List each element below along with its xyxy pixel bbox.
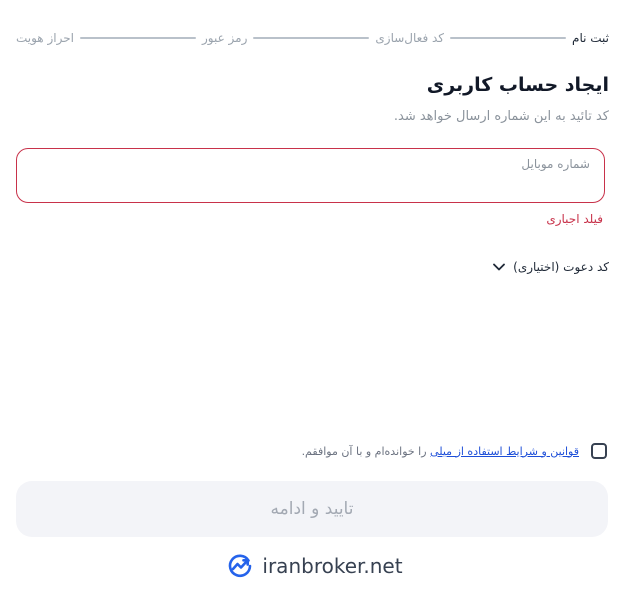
- step-connector: [253, 37, 370, 39]
- confirm-continue-button[interactable]: تایید و ادامه: [16, 481, 608, 537]
- chevron-down-icon: [493, 263, 506, 271]
- iranbroker-logo-icon: [226, 552, 254, 580]
- brand-name: iranbroker.net: [262, 554, 403, 578]
- brand-footer: iranbroker.net: [0, 552, 629, 580]
- step-signup: ثبت نام: [572, 31, 609, 45]
- page-subtitle: کد تائید به این شماره ارسال خواهد شد.: [393, 109, 609, 124]
- mobile-number-field[interactable]: شماره موبایل: [16, 148, 605, 203]
- terms-text: قوانین و شرایط استفاده از میلی را خوانده…: [302, 445, 579, 458]
- terms-agreement: قوانین و شرایط استفاده از میلی را خوانده…: [302, 443, 607, 459]
- invite-code-toggle[interactable]: کد دعوت (اختیاری): [493, 260, 609, 274]
- step-password: رمز عبور: [201, 31, 248, 45]
- step-identity-verification: احراز هویت: [15, 31, 74, 45]
- invite-code-label: کد دعوت (اختیاری): [513, 260, 609, 274]
- step-connector: [79, 37, 196, 39]
- step-activation-code: کد فعال‌سازی: [375, 31, 445, 45]
- mobile-number-label: شماره موبایل: [521, 157, 590, 171]
- terms-checkbox[interactable]: [591, 443, 607, 459]
- terms-link[interactable]: قوانین و شرایط استفاده از میلی: [430, 445, 579, 458]
- mobile-number-input[interactable]: [29, 172, 592, 194]
- progress-stepper: ثبت نام کد فعال‌سازی رمز عبور احراز هویت: [16, 26, 609, 50]
- page-title: ایجاد حساب کاربری: [426, 74, 609, 96]
- terms-suffix: را خوانده‌ام و با آن موافقم.: [301, 444, 431, 458]
- step-connector: [450, 37, 567, 39]
- required-field-error: فیلد اجباری: [546, 212, 603, 226]
